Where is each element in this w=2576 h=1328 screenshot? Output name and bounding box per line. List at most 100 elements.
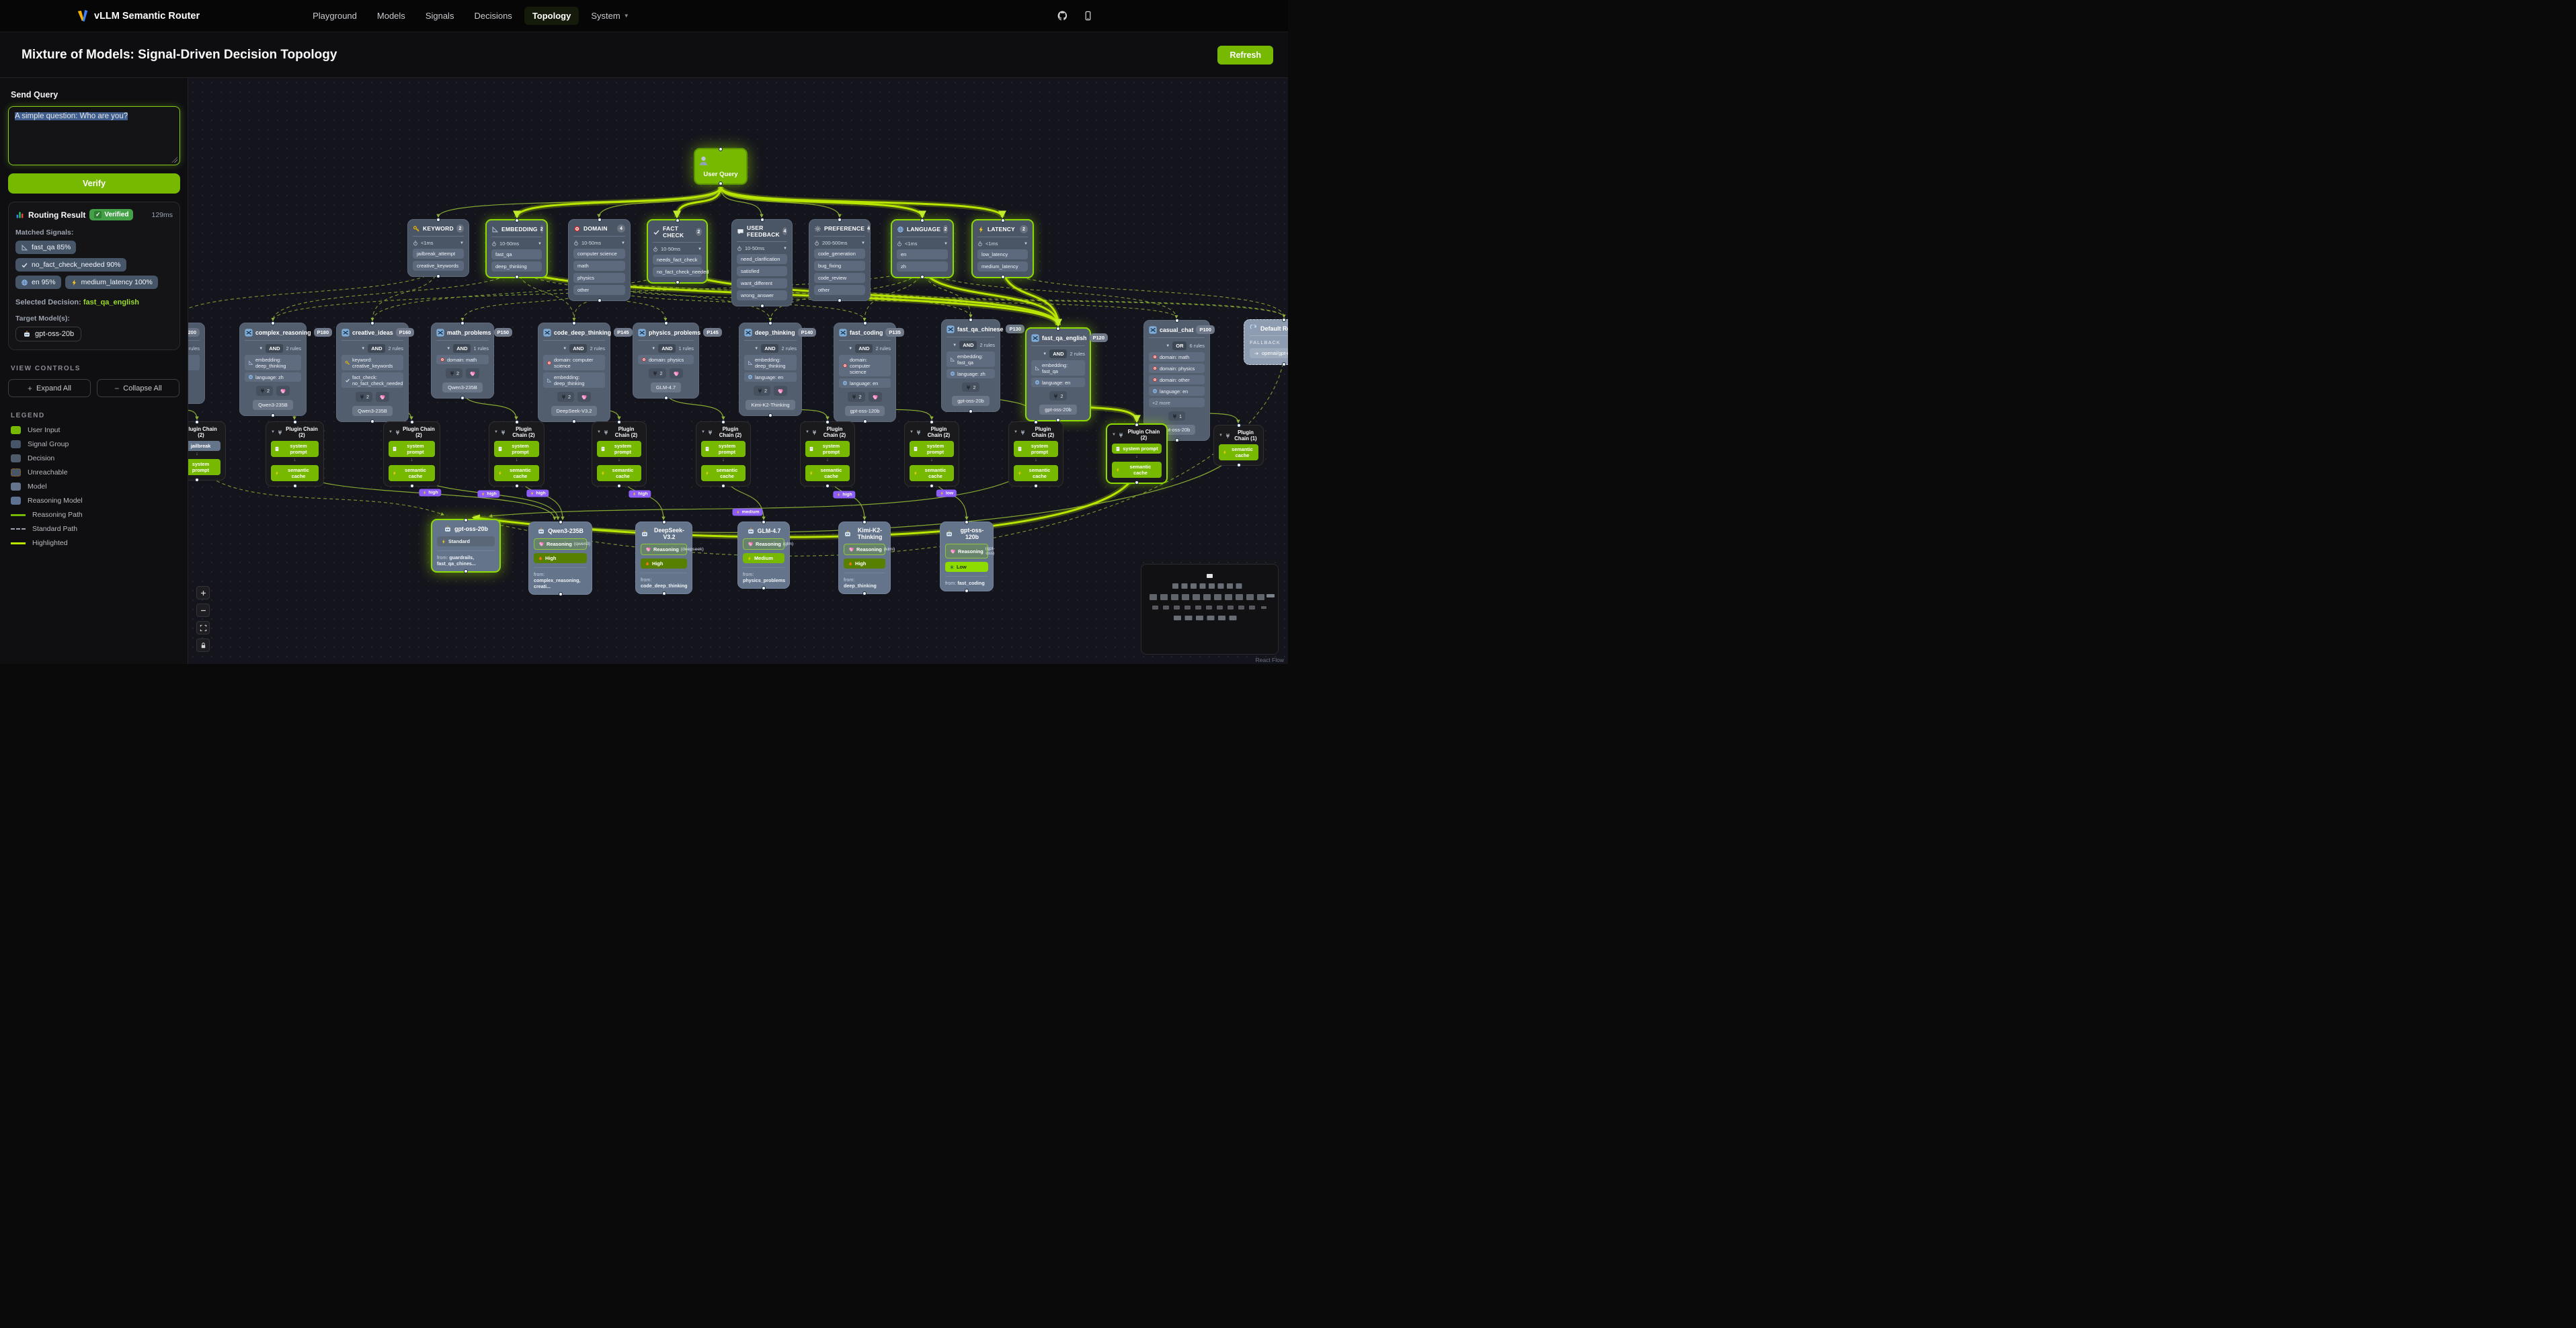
node-handle-bottom[interactable] [676,280,680,284]
signal-item[interactable]: need_clarification [737,254,787,264]
signal-item[interactable]: bug_fixing [814,261,865,271]
node-handle-bottom[interactable] [862,591,867,595]
latency-row[interactable]: <1ms▼ [413,240,464,246]
signal-item[interactable]: other [573,285,625,295]
node-handle-top[interactable] [460,321,465,325]
decision-creative_ideas[interactable]: creative_ideas P160 ▼ AND 2 ruleskeyword… [336,323,409,422]
github-icon[interactable] [1057,10,1068,22]
node-handle-top[interactable] [826,420,830,424]
node-handle-bottom[interactable] [436,274,440,278]
node-handle-bottom[interactable] [719,181,723,185]
node-handle-bottom[interactable] [617,484,621,488]
signal-item[interactable]: math [573,261,625,271]
node-handle-top[interactable] [1056,327,1060,331]
plugin-chain-header[interactable]: ▼Plugin Chain (2) [389,426,435,438]
refresh-button[interactable]: Refresh [1217,46,1273,65]
plugin-chain-c1[interactable]: Plugin Chain (2)jailbreak↓system prompt [188,421,226,481]
plugin-chain-header[interactable]: ▼Plugin Chain (2) [805,426,850,438]
node-handle-bottom[interactable] [559,592,563,596]
node-handle-top[interactable] [1175,319,1179,323]
node-handle-bottom[interactable] [1237,463,1241,467]
signal-item[interactable]: code_review [814,273,865,283]
node-handle-top[interactable] [930,420,934,424]
plugin-chain-c7[interactable]: ▼Plugin Chain (2)system prompt↓semantic … [800,421,855,487]
nav-item-models[interactable]: Models [369,7,413,25]
node-handle-bottom[interactable] [760,304,764,308]
node-handle-bottom[interactable] [271,413,275,417]
node-handle-bottom[interactable] [721,484,725,488]
node-handle-top[interactable] [965,520,969,524]
signal-group-domain[interactable]: DOMAIN 4 10-50ms▼computer sciencemathphy… [568,219,631,301]
operator-row[interactable]: ▼ AND 2 rules [341,344,403,353]
node-handle-top[interactable] [969,318,973,322]
plugin-chain-header[interactable]: ▼Plugin Chain (2) [1014,426,1058,438]
node-handle-bottom[interactable] [762,586,766,590]
signal-item[interactable]: needs_fact_check [653,255,702,265]
node-handle-top[interactable] [293,420,297,424]
latency-row[interactable]: 200-500ms▼ [814,240,865,246]
model-qwen[interactable]: Qwen3-235BReasoning(qwen3)Highfrom: comp… [528,522,592,595]
decision-deep_thinking[interactable]: deep_thinking P140 ▼ AND 2 rulesembeddin… [739,323,802,416]
node-handle-top[interactable] [464,518,468,522]
decision-physics_problems[interactable]: physics_problems P145 ▼ AND 1 rulesdomai… [633,323,699,399]
node-handle-top[interactable] [1001,218,1005,222]
node-handle-top[interactable] [719,147,723,151]
node-handle-top[interactable] [271,321,275,325]
signal-group-keyword[interactable]: KEYWORD 2 <1ms▼jailbreak_attemptcreative… [407,219,469,277]
operator-row[interactable]: ▼ AND 2 rules [947,341,995,349]
node-handle-bottom[interactable] [1175,438,1179,442]
latency-row[interactable]: <1ms▼ [897,241,948,247]
node-handle-bottom[interactable] [195,478,199,482]
collapse-all-button[interactable]: −Collapse All [97,379,179,397]
node-handle-top[interactable] [863,321,867,325]
node-handle-top[interactable] [838,218,842,222]
node-handle-top[interactable] [559,520,563,524]
latency-row[interactable]: <1ms▼ [977,241,1028,247]
nav-item-topology[interactable]: Topology [524,7,579,25]
node-handle-top[interactable] [598,218,602,222]
zoom-in-button[interactable] [196,586,210,599]
node-handle-bottom[interactable] [1282,362,1286,366]
plugin-chain-header[interactable]: ▼Plugin Chain (2) [271,426,319,438]
zoom-out-button[interactable] [196,604,210,617]
signal-item[interactable]: jailbreak_attempt [413,249,464,259]
node-handle-bottom[interactable] [598,298,602,302]
node-handle-top[interactable] [768,321,772,325]
signal-item[interactable]: computer science [573,249,625,259]
plugin-chain-header[interactable]: ▼Plugin Chain (2) [597,426,641,438]
node-handle-bottom[interactable] [515,275,519,279]
plugin-chain-c5[interactable]: ▼Plugin Chain (2)system prompt↓semantic … [592,421,647,487]
brand[interactable]: vLLM Semantic Router [77,9,200,23]
node-handle-top[interactable] [920,218,924,222]
node-handle-bottom[interactable] [410,484,414,488]
node-handle-bottom[interactable] [768,413,772,417]
nav-item-signals[interactable]: Signals [417,7,462,25]
node-handle-top[interactable] [664,321,668,325]
node-handle-bottom[interactable] [664,396,668,400]
node-handle-bottom[interactable] [460,396,465,400]
node-handle-top[interactable] [1135,423,1139,427]
node-handle-bottom[interactable] [293,484,297,488]
signal-item[interactable]: low_latency [977,249,1028,259]
operator-row[interactable]: ▼ AND 1 rules [436,344,489,353]
signal-item[interactable]: wrong_answer [737,290,787,300]
operator-row[interactable]: ▼ AND 2 rules [839,344,891,353]
signal-item[interactable]: deep_thinking [491,261,542,272]
operator-row[interactable]: ▼ AND 2 rules [543,344,605,353]
node-handle-top[interactable] [436,218,440,222]
node-handle-bottom[interactable] [969,409,973,413]
plugin-chain-c2[interactable]: ▼Plugin Chain (2)system prompt↓semantic … [266,421,324,487]
node-handle-bottom[interactable] [464,569,468,573]
node-handle-top[interactable] [1282,318,1286,322]
plugin-chain-header[interactable]: ▼Plugin Chain (2) [494,426,539,438]
node-handle-bottom[interactable] [863,419,867,423]
nav-item-playground[interactable]: Playground [305,7,365,25]
operator-row[interactable]: ▼ OR 6 rules [1149,341,1205,350]
operator-row[interactable]: ▼ AND 2 rules [1031,349,1085,358]
node-handle-bottom[interactable] [930,484,934,488]
decision-casual_chat[interactable]: casual_chat P100 ▼ OR 6 rulesdomain: mat… [1143,320,1210,441]
decision-math_problems[interactable]: math_problems P150 ▼ AND 1 rulesdomain: … [431,323,494,399]
plugin-chain-c10[interactable]: ▼Plugin Chain (2)system prompt↓semantic … [1106,423,1168,484]
signal-item[interactable]: creative_keywords [413,261,464,271]
node-handle-top[interactable] [195,420,199,424]
